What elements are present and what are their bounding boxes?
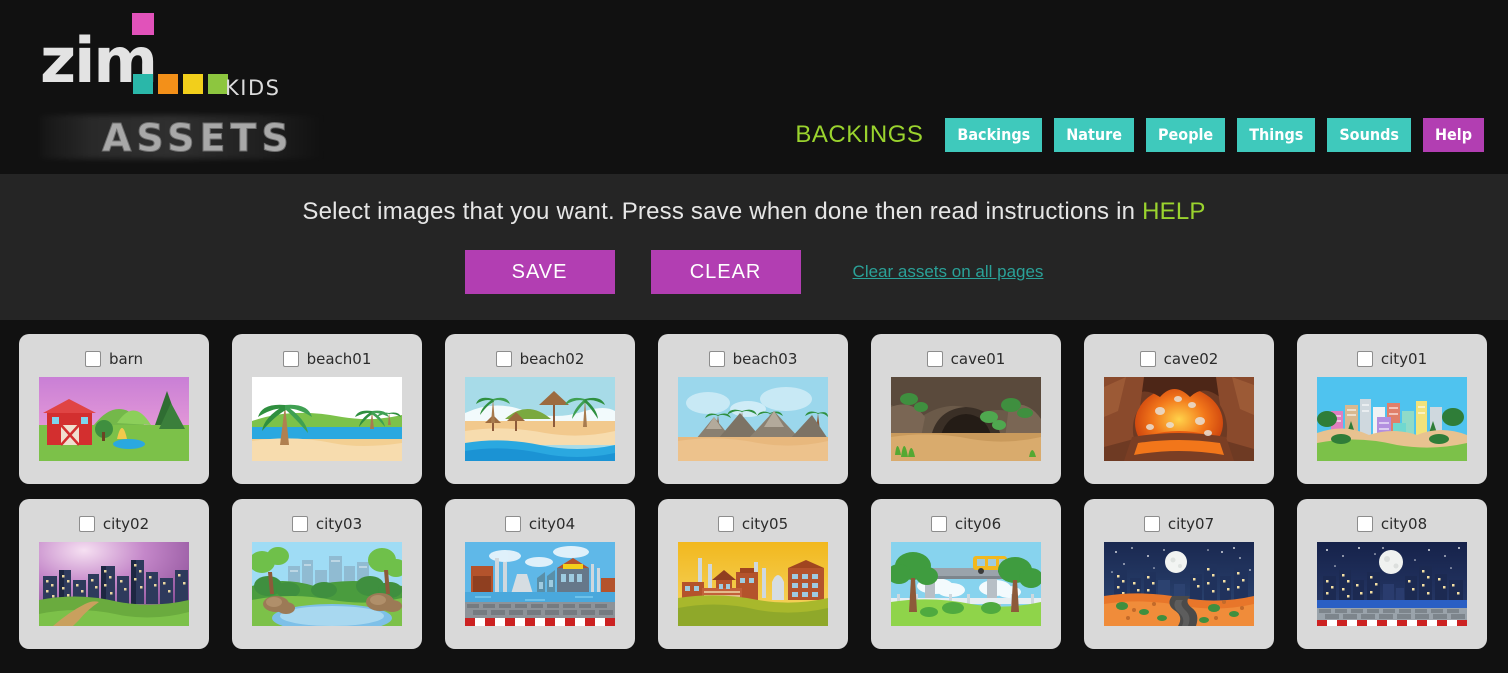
asset-card-header: city05 [717, 515, 789, 533]
asset-checkbox-city08[interactable] [1356, 516, 1373, 532]
nav-sounds[interactable]: Sounds [1327, 118, 1411, 152]
asset-thumbnail-city05 [678, 542, 828, 626]
clear-button[interactable]: CLEAR [650, 250, 801, 294]
clear-all-pages-link[interactable]: Clear assets on all pages [853, 262, 1044, 282]
asset-checkbox-beach01[interactable] [282, 351, 299, 367]
asset-label: beach03 [732, 350, 798, 368]
asset-thumbnail-city02 [39, 542, 189, 626]
asset-label: cave01 [950, 350, 1006, 368]
asset-checkbox-city07[interactable] [1143, 516, 1160, 532]
asset-card-city08[interactable]: city08 [1297, 499, 1487, 649]
zim-logo-mark: zim KIDS [40, 8, 279, 100]
asset-card-beach03[interactable]: beach03 [658, 334, 848, 484]
asset-checkbox-beach03[interactable] [708, 351, 725, 367]
asset-thumbnail-city04 [465, 542, 615, 626]
swatch-teal-icon [133, 74, 153, 94]
asset-label: barn [108, 350, 144, 368]
asset-card-city01[interactable]: city01 [1297, 334, 1487, 484]
asset-thumbnail-beach03 [678, 377, 828, 461]
asset-thumbnail-beach02 [465, 377, 615, 461]
asset-label: city01 [1380, 350, 1428, 368]
asset-thumbnail-city06 [891, 542, 1041, 626]
asset-grid-row: barn beach01 beach02 beach03 cave01 cave… [0, 334, 1508, 484]
asset-label: city04 [528, 515, 576, 533]
asset-label: city03 [315, 515, 363, 533]
nav-people[interactable]: People [1145, 118, 1226, 152]
asset-thumbnail-cave01 [891, 377, 1041, 461]
asset-card-city06[interactable]: city06 [871, 499, 1061, 649]
asset-checkbox-city03[interactable] [291, 516, 308, 532]
asset-checkbox-city04[interactable] [504, 516, 521, 532]
asset-grid-row: city02 city03 city04 city05 city06 city0… [0, 499, 1508, 649]
asset-card-cave02[interactable]: cave02 [1084, 334, 1274, 484]
asset-checkbox-barn[interactable] [84, 351, 101, 367]
page-header: zim KIDS ASSETS BACKINGS Backings Nature… [0, 0, 1508, 174]
asset-thumbnail-beach01 [252, 377, 402, 461]
asset-card-header: city06 [930, 515, 1002, 533]
logo-color-swatches [133, 74, 228, 94]
asset-label: city06 [954, 515, 1002, 533]
asset-checkbox-city06[interactable] [930, 516, 947, 532]
page-title: BACKINGS [795, 121, 924, 148]
asset-checkbox-city05[interactable] [717, 516, 734, 532]
asset-card-header: city08 [1356, 515, 1428, 533]
asset-card-city04[interactable]: city04 [445, 499, 635, 649]
asset-card-header: cave02 [1139, 350, 1219, 368]
asset-grid: barn beach01 beach02 beach03 cave01 cave… [0, 320, 1508, 649]
asset-thumbnail-cave02 [1104, 377, 1254, 461]
header-nav: BACKINGS Backings Nature People Things S… [795, 118, 1484, 152]
asset-checkbox-beach02[interactable] [495, 351, 512, 367]
asset-card-beach01[interactable]: beach01 [232, 334, 422, 484]
asset-card-city05[interactable]: city05 [658, 499, 848, 649]
asset-card-header: beach01 [282, 350, 372, 368]
asset-card-header: city03 [291, 515, 363, 533]
asset-label: city07 [1167, 515, 1215, 533]
asset-card-header: beach03 [708, 350, 798, 368]
instruction-bar: Select images that you want. Press save … [0, 174, 1508, 320]
swatch-yellow-icon [183, 74, 203, 94]
asset-card-header: city01 [1356, 350, 1428, 368]
asset-label: city05 [741, 515, 789, 533]
asset-checkbox-city01[interactable] [1356, 351, 1373, 367]
asset-thumbnail-city01 [1317, 377, 1467, 461]
nav-things[interactable]: Things [1237, 118, 1316, 152]
asset-label: beach01 [306, 350, 372, 368]
asset-label: city02 [102, 515, 150, 533]
asset-card-header: city02 [78, 515, 150, 533]
save-button[interactable]: SAVE [464, 250, 615, 294]
asset-label: beach02 [519, 350, 585, 368]
nav-help[interactable]: Help [1422, 118, 1484, 152]
asset-checkbox-cave02[interactable] [1139, 351, 1156, 367]
assets-banner: ASSETS [40, 111, 325, 163]
asset-card-city02[interactable]: city02 [19, 499, 209, 649]
asset-thumbnail-city07 [1104, 542, 1254, 626]
asset-checkbox-city02[interactable] [78, 516, 95, 532]
asset-card-city03[interactable]: city03 [232, 499, 422, 649]
asset-thumbnail-city03 [252, 542, 402, 626]
asset-thumbnail-barn [39, 377, 189, 461]
nav-nature[interactable]: Nature [1054, 118, 1134, 152]
asset-card-cave01[interactable]: cave01 [871, 334, 1061, 484]
asset-card-city07[interactable]: city07 [1084, 499, 1274, 649]
asset-card-header: city07 [1143, 515, 1215, 533]
logo-kids-label: KIDS [225, 76, 281, 100]
asset-label: city08 [1380, 515, 1428, 533]
asset-card-barn[interactable]: barn [19, 334, 209, 484]
swatch-orange-icon [158, 74, 178, 94]
asset-card-header: city04 [504, 515, 576, 533]
brand-logo: zim KIDS ASSETS [40, 8, 325, 161]
instruction-help-highlight: HELP [1142, 198, 1206, 225]
assets-banner-text: ASSETS [102, 116, 294, 161]
instruction-text: Select images that you want. Press save … [0, 174, 1508, 226]
instruction-sentence: Select images that you want. Press save … [302, 198, 1143, 225]
nav-backings[interactable]: Backings [945, 118, 1043, 152]
action-buttons-row: SAVE CLEAR Clear assets on all pages [0, 250, 1508, 294]
asset-card-header: cave01 [926, 350, 1006, 368]
asset-card-header: beach02 [495, 350, 585, 368]
asset-card-beach02[interactable]: beach02 [445, 334, 635, 484]
asset-card-header: barn [84, 350, 144, 368]
asset-thumbnail-city08 [1317, 542, 1467, 626]
asset-label: cave02 [1163, 350, 1219, 368]
asset-checkbox-cave01[interactable] [926, 351, 943, 367]
